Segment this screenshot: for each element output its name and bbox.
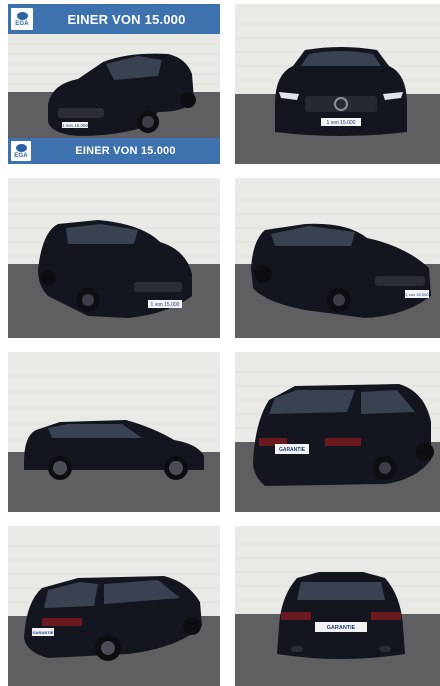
photo-thumbnail-5[interactable] [8,352,220,512]
photo-thumbnail-1[interactable]: 1 von 15.000 EGA EINER VON 15.000 EGA EI… [8,4,220,164]
rear-plate-label: GARANTIE [327,625,356,631]
rear-plate-label: GARANTIE [33,630,54,635]
car-photo-front-left-2: 1 von 15.000 [8,178,220,338]
car-photo-side-left [8,352,220,512]
photo-thumbnail-8[interactable]: GARANTIE [235,526,440,686]
car-photo-front-right: 1 von 15.000 [235,178,440,338]
plate-label: 1 von 15.000 [327,120,356,126]
photo-thumbnail-3[interactable]: 1 von 15.000 [8,178,220,338]
plate-label: 1 von 15.000 [151,302,180,308]
photo-thumbnail-7[interactable]: GARANTIE [8,526,220,686]
photo-thumbnail-4[interactable]: 1 von 15.000 [235,178,440,338]
photo-gallery: 1 von 15.000 EGA EINER VON 15.000 EGA EI… [8,4,440,686]
banner-top: EGA EINER VON 15.000 [8,4,220,34]
banner-bottom-text: EINER VON 15.000 [75,145,176,157]
car-photo-rear-right: GARANTIE [235,352,440,512]
banner-bottom: EGA EINER VON 15.000 [8,138,220,164]
car-photo-front: 1 von 15.000 [235,4,440,164]
ega-logo: EGA [11,141,31,161]
rear-plate-label: GARANTIE [279,447,306,453]
plate-label: 1 von 15.000 [62,123,89,128]
plate-label: 1 von 15.000 [405,292,429,297]
ega-logo: EGA [11,8,33,30]
car-photo-rear: GARANTIE [235,526,440,686]
car-photo-rear-left: GARANTIE [8,526,220,686]
photo-thumbnail-6[interactable]: GARANTIE [235,352,440,512]
photo-thumbnail-2[interactable]: 1 von 15.000 [235,4,440,164]
banner-top-text: EINER VON 15.000 [67,11,186,27]
